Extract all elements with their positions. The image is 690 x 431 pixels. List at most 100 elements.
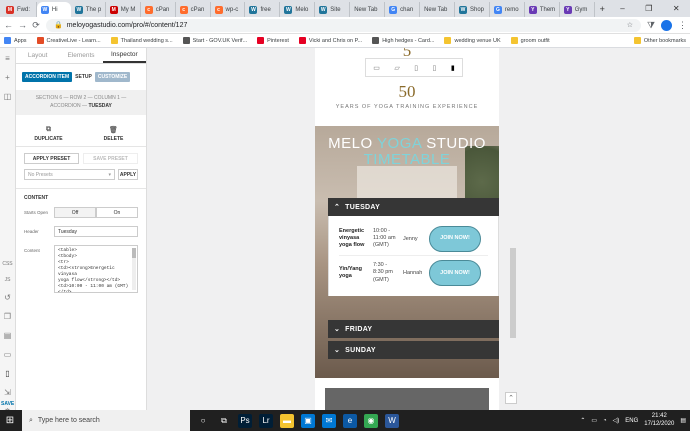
save-button[interactable]: SAVE <box>1 401 14 407</box>
apply-button[interactable]: APPLY <box>118 169 138 180</box>
bookmark-item[interactable]: Start - GOV.UK Verif... <box>182 37 247 44</box>
tab-inspector[interactable]: Inspector <box>102 48 146 63</box>
js-button[interactable]: JS <box>5 277 11 283</box>
join-now-button[interactable]: JOIN NOW! <box>429 260 481 286</box>
textarea-scrollbar[interactable] <box>132 248 136 290</box>
breadcrumb-prefix[interactable]: ACCORDION — <box>50 103 87 109</box>
star-icon[interactable]: ☆ <box>627 21 633 29</box>
browser-tab[interactable]: Gchan <box>385 2 421 17</box>
volume-icon[interactable]: ◁) <box>613 417 620 424</box>
starts-open-on[interactable]: On <box>96 207 138 218</box>
tray-chevron-icon[interactable]: ⌃ <box>580 417 585 424</box>
browser-tab[interactable]: Y Gym <box>560 2 595 17</box>
task-view-icon[interactable]: ⧉ <box>217 414 231 428</box>
browser-tab[interactable]: W Hi <box>36 2 71 17</box>
other-bookmarks[interactable]: Other bookmarks <box>633 37 686 44</box>
new-tab-button[interactable]: + <box>595 4 610 14</box>
content-textarea[interactable]: <table> <tbody> <tr> <td><strong>Energetic … <box>54 245 138 293</box>
duplicate-button[interactable]: ⧉ DUPLICATE <box>16 121 81 146</box>
apply-preset-button[interactable]: APPLY PRESET <box>24 153 79 164</box>
setup-tab[interactable]: SETUP <box>75 74 92 80</box>
browser-tab[interactable]: Y Them <box>525 2 560 17</box>
tab-layout[interactable]: Layout <box>16 48 59 63</box>
accordion-header-closed[interactable]: ⌄ FRIDAY <box>328 320 499 338</box>
template-icon[interactable]: ▤ <box>4 331 12 340</box>
tab-elements[interactable]: Elements <box>59 48 102 63</box>
css-button[interactable]: CSS <box>2 261 12 267</box>
mobile-icon[interactable]: ▮ <box>451 64 455 72</box>
starts-open-off[interactable]: Off <box>54 207 96 218</box>
browser-tab[interactable]: c wp-c <box>211 2 246 17</box>
edge-icon[interactable]: e <box>343 413 357 428</box>
photoshop-icon[interactable]: Ps <box>238 413 252 428</box>
lightroom-icon[interactable]: Lr <box>259 413 273 428</box>
back-icon[interactable]: ← <box>4 20 13 30</box>
bookmark-item[interactable]: wedding venue UK <box>444 37 501 44</box>
layers-icon[interactable]: ◫ <box>4 92 12 101</box>
tablet-portrait-icon[interactable]: ▯ <box>433 64 437 72</box>
browser-tab[interactable]: W Site <box>315 2 351 17</box>
accordion-header-open[interactable]: ⌃ TUESDAY <box>328 198 499 216</box>
delete-button[interactable]: 🗑 DELETE <box>81 121 146 146</box>
maximize-button[interactable]: ❐ <box>645 4 652 13</box>
language-indicator[interactable]: ENG <box>625 418 638 424</box>
windows-start-icon[interactable]: ⊞ <box>4 415 16 426</box>
join-now-button[interactable]: JOIN NOW! <box>429 225 481 252</box>
wifi-icon[interactable]: ◔ <box>603 418 607 424</box>
bookmark-item[interactable]: Vicki and Chris on P... <box>298 37 362 44</box>
bookmark-item[interactable]: groom outfit <box>510 37 550 44</box>
menu-icon[interactable]: ≡ <box>5 54 10 63</box>
browser-tab[interactable]: Gremo <box>490 2 525 17</box>
browser-tab[interactable]: c cPan <box>141 2 176 17</box>
word-icon[interactable]: W <box>385 413 399 428</box>
battery-icon[interactable]: ▭ <box>591 417 597 424</box>
save-preset-button[interactable]: SAVE PRESET <box>83 153 138 164</box>
plus-icon[interactable]: + <box>5 73 10 82</box>
bookmark-item[interactable]: High hedges - Card... <box>372 37 434 44</box>
browser-tab[interactable]: New Tab <box>420 2 455 17</box>
header-input[interactable]: Tuesday <box>54 226 138 237</box>
url-input[interactable]: 🔒 meloyogastudio.com/pro/#/content/127 ☆ <box>46 18 641 32</box>
copy-icon[interactable]: ❐ <box>4 312 11 321</box>
chrome-icon[interactable]: ◉ <box>364 413 378 428</box>
preview-scrollbar[interactable] <box>510 248 516 338</box>
accordion-header-closed[interactable]: ⌄ SUNDAY <box>328 341 499 359</box>
forward-icon[interactable]: → <box>18 20 27 30</box>
bookmark-item[interactable]: CreativeLive - Learn... <box>36 37 101 44</box>
export-icon[interactable]: ⇲ <box>4 388 11 397</box>
breadcrumb-path[interactable]: SECTION 6 — ROW 2 — COLUMN 1 — <box>16 95 146 103</box>
mail-icon[interactable]: ✉ <box>322 413 336 428</box>
browser-tab[interactable]: c cPan <box>176 2 211 17</box>
taskbar-clock[interactable]: 21:42 17/12/2020 <box>644 413 674 429</box>
extensions-icon[interactable]: ⧩ <box>647 20 655 31</box>
notification-icon[interactable]: ▤ <box>680 417 686 424</box>
avatar[interactable] <box>661 19 672 31</box>
browser-tab[interactable]: W The p <box>71 2 106 17</box>
browser-tab[interactable]: W Melo <box>280 2 316 17</box>
browser-tab[interactable]: M Fwd: <box>2 2 37 17</box>
bookmark-item[interactable]: Thailand wedding s... <box>110 37 173 44</box>
store-icon[interactable]: ▣ <box>301 413 315 428</box>
browser-tab[interactable]: M My M <box>106 2 141 17</box>
page-icon[interactable]: ▭ <box>4 350 12 359</box>
taskbar-search[interactable]: ⌕ Type here to search <box>22 410 190 431</box>
bookmark-item[interactable]: Apps <box>4 37 27 44</box>
scroll-up-button[interactable]: ⌃ <box>505 392 517 404</box>
browser-tab[interactable]: New Tab <box>350 2 386 17</box>
history-icon[interactable]: ↺ <box>4 293 11 302</box>
cortana-icon[interactable]: ○ <box>196 414 210 428</box>
laptop-icon[interactable]: ▱ <box>394 64 399 72</box>
minimize-button[interactable]: – <box>620 4 624 13</box>
preset-select[interactable]: No Presets ▾ <box>24 169 115 180</box>
file-explorer-icon[interactable]: ▬ <box>280 413 294 428</box>
reload-icon[interactable]: ⟳ <box>32 20 40 31</box>
desktop-icon[interactable]: ▭ <box>373 64 380 72</box>
tablet-icon[interactable]: ▯ <box>414 64 418 72</box>
browser-tab[interactable]: W Shop <box>455 2 490 17</box>
bookmark-item[interactable]: Pinterest <box>257 37 289 44</box>
mobile-icon[interactable]: ▯ <box>5 369 9 378</box>
customize-tab[interactable]: CUSTOMIZE <box>94 72 131 82</box>
close-window-button[interactable]: ✕ <box>673 4 680 13</box>
browser-tab[interactable]: Wfree <box>245 2 281 17</box>
browser-menu-icon[interactable]: ⋮ <box>678 20 687 31</box>
